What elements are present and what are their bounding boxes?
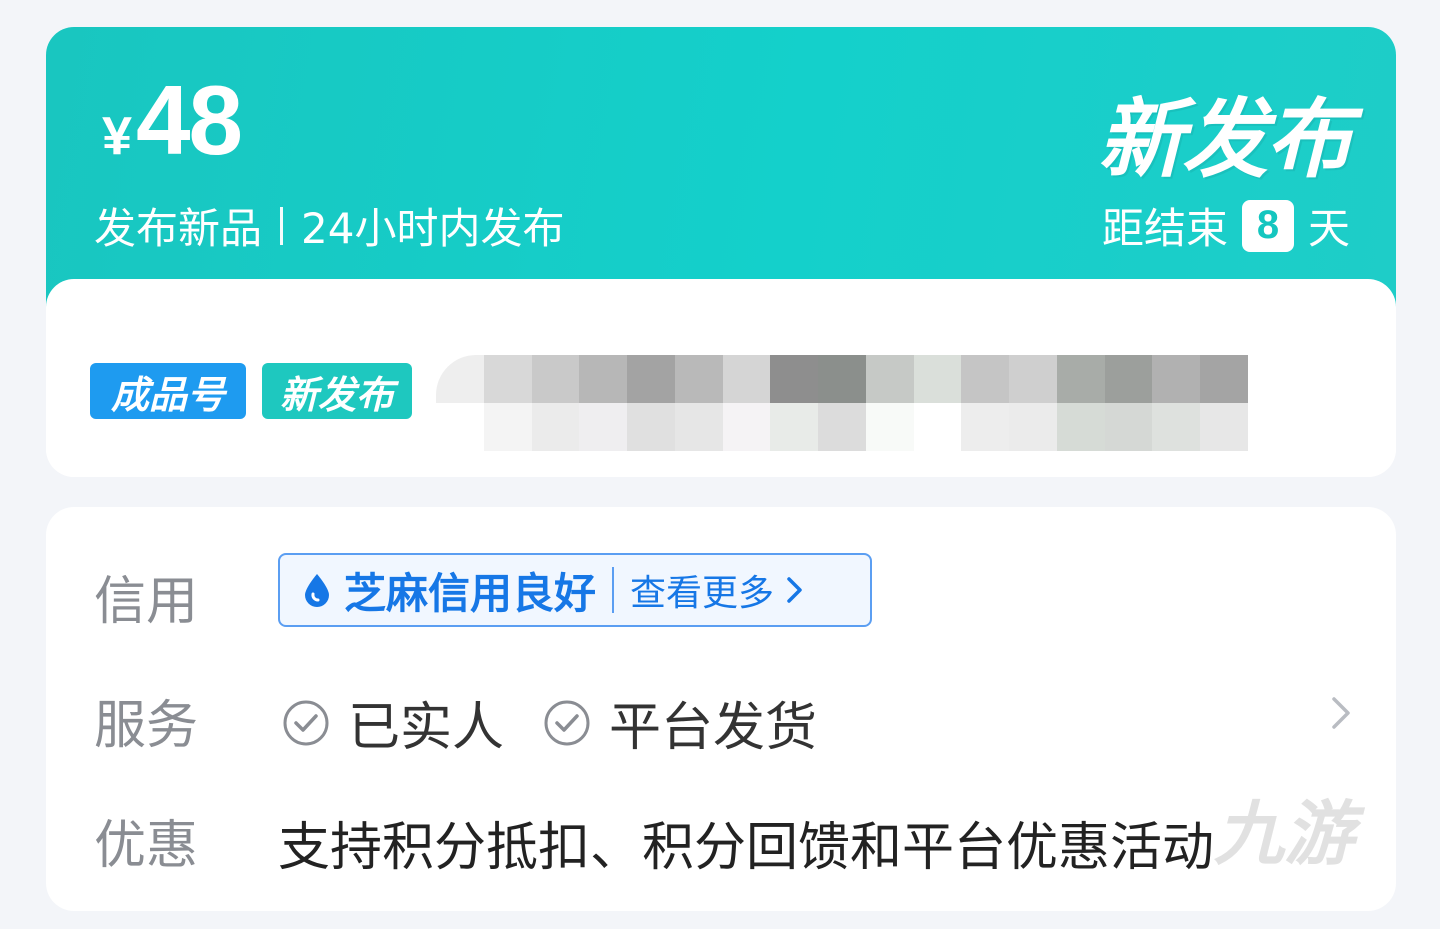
watermark-logo: 九游 bbox=[1214, 793, 1354, 875]
service-item: 平台发货 bbox=[543, 685, 817, 760]
credit-label: 信用 bbox=[94, 572, 199, 632]
service-verified: 已实人 bbox=[348, 698, 505, 758]
blurred-title bbox=[436, 355, 1248, 451]
divider bbox=[612, 567, 615, 613]
price: ¥ 48 bbox=[102, 65, 243, 175]
countdown-prefix: 距结束 bbox=[1101, 204, 1228, 253]
credit-badge[interactable]: 芝麻信用良好 查看更多 bbox=[278, 553, 872, 627]
new-release-badge: 新发布 bbox=[1098, 90, 1352, 190]
publish-info: 发布新品 24小时内发布 bbox=[94, 195, 564, 256]
check-circle-icon bbox=[544, 700, 590, 745]
credit-value: 芝麻信用良好 bbox=[344, 568, 597, 618]
tag-account-type: 成品号 bbox=[90, 363, 246, 419]
view-more-link[interactable]: 查看更多 bbox=[630, 564, 774, 616]
water-drop-icon bbox=[305, 574, 329, 607]
service-platform-delivery: 平台发货 bbox=[609, 698, 818, 758]
divider bbox=[280, 206, 284, 245]
promo-text: 支持积分抵扣、积分回馈和平台优惠活动 bbox=[278, 818, 1215, 878]
publish-time: 24小时内发布 bbox=[301, 204, 565, 253]
chevron-right-icon bbox=[787, 577, 802, 603]
check-circle-icon bbox=[283, 700, 329, 745]
publish-type: 发布新品 bbox=[94, 204, 263, 253]
price-amount: 48 bbox=[136, 65, 243, 175]
service-label: 服务 bbox=[94, 696, 199, 756]
listing-header-card: ¥ 48 发布新品 24小时内发布 新发布 距结束 8 天 成品号 新发布 bbox=[46, 27, 1396, 477]
tag-new-release: 新发布 bbox=[262, 363, 412, 419]
countdown-days: 8 bbox=[1241, 199, 1294, 252]
currency-symbol: ¥ bbox=[102, 106, 133, 166]
title-panel: 成品号 新发布 bbox=[46, 279, 1396, 477]
countdown-suffix: 天 bbox=[1307, 204, 1350, 253]
listing-details-card: 信用 芝麻信用良好 查看更多 服务 已实人 平台发货 优惠 支持积分抵扣、积分回… bbox=[46, 507, 1396, 911]
chevron-right-icon[interactable] bbox=[1330, 695, 1352, 731]
promo-label: 优惠 bbox=[94, 816, 199, 876]
service-item: 已实人 bbox=[282, 685, 504, 760]
countdown: 距结束 8 天 bbox=[1102, 195, 1350, 256]
